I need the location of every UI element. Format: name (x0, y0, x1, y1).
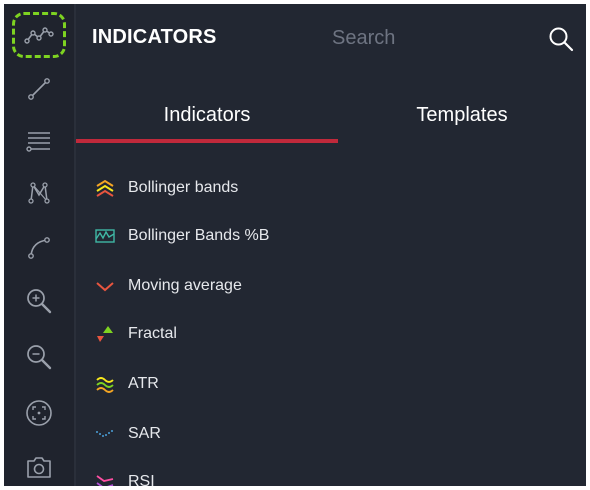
indicator-label: Moving average (128, 277, 242, 294)
indicators-tool-button[interactable] (12, 12, 66, 58)
rsi-icon (96, 475, 114, 486)
indicator-label: RSI (128, 473, 155, 486)
left-toolbar (4, 4, 74, 486)
fit-screen-tool-button[interactable] (12, 390, 66, 436)
bollinger-percent-b-icon (95, 229, 115, 243)
zoom-in-tool-button[interactable] (12, 278, 66, 324)
tab-templates-label: Templates (416, 104, 508, 126)
pattern-icon (28, 182, 50, 204)
indicator-label: SAR (128, 425, 161, 442)
tab-bar: Indicators Templates (76, 94, 586, 148)
camera-icon (27, 457, 51, 478)
app-frame: INDICATORS Search Indicators Templates B… (4, 4, 586, 486)
curve-tool-button[interactable] (12, 224, 66, 270)
moving-average-icon (96, 282, 114, 292)
trend-line-icon (28, 78, 50, 100)
active-tab-indicator (76, 139, 338, 143)
indicator-item-sar[interactable]: SAR (76, 414, 586, 454)
indicator-label: Fractal (128, 325, 177, 342)
sar-icon (96, 430, 113, 437)
search-icon[interactable] (546, 24, 576, 54)
fractal-icon (97, 326, 113, 342)
pattern-tool-button[interactable] (12, 170, 66, 216)
curve-icon (28, 237, 50, 259)
indicators-panel: INDICATORS Search Indicators Templates B… (76, 4, 586, 486)
bollinger-bands-icon (96, 179, 114, 197)
horizontal-lines-tool-button[interactable] (12, 118, 66, 164)
search-input[interactable]: Search (332, 27, 395, 50)
indicator-label: ATR (128, 375, 159, 392)
horizontal-lines-icon (26, 132, 50, 152)
panel-title: INDICATORS (92, 26, 217, 48)
indicators-icon (24, 27, 54, 44)
indicator-item-fractal[interactable]: Fractal (76, 314, 586, 354)
indicator-label: Bollinger bands (128, 179, 239, 196)
indicator-item-bollinger-percent-b[interactable]: Bollinger Bands %B (76, 216, 586, 256)
tab-templates[interactable]: Templates (338, 94, 586, 148)
zoom-out-icon (27, 345, 52, 370)
tab-indicators-label: Indicators (163, 104, 251, 126)
atr-icon (96, 377, 114, 393)
zoom-out-tool-button[interactable] (12, 334, 66, 380)
fit-screen-icon (26, 400, 52, 426)
indicator-item-rsi[interactable]: RSI (76, 462, 586, 486)
trend-line-tool-button[interactable] (12, 66, 66, 112)
indicator-item-moving-average[interactable]: Moving average (76, 266, 586, 306)
zoom-in-icon (27, 289, 52, 314)
indicator-label: Bollinger Bands %B (128, 227, 270, 244)
indicator-item-atr[interactable]: ATR (76, 364, 586, 404)
camera-tool-button[interactable] (12, 444, 66, 486)
indicator-item-bollinger-bands[interactable]: Bollinger bands (76, 168, 586, 208)
